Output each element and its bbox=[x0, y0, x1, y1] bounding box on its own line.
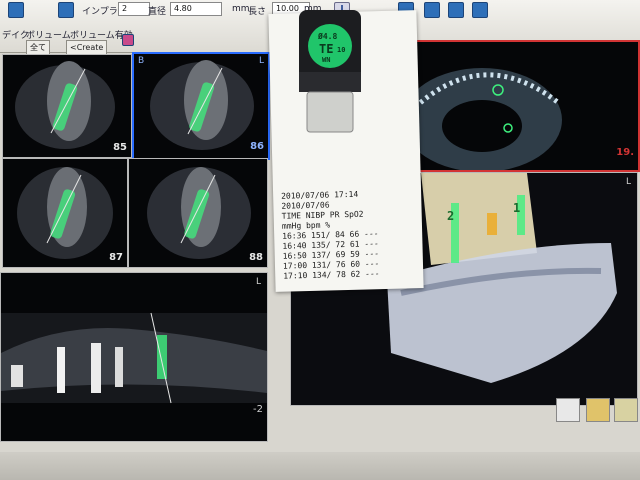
slice-number: 85 bbox=[113, 142, 127, 153]
vial-neck: WN bbox=[322, 56, 331, 64]
length-label: 長さ bbox=[248, 7, 267, 17]
receipt-text: 2010/07/06 17:14 2010/07/06 TIME NIBP PR… bbox=[281, 189, 380, 281]
desk-edge bbox=[0, 452, 640, 480]
ct-slice-image-88 bbox=[147, 167, 251, 259]
tool-icon-d[interactable] bbox=[472, 2, 488, 18]
vial-type: TE bbox=[319, 42, 334, 56]
vial-drawing bbox=[299, 10, 361, 133]
view-panel-88[interactable]: 88 bbox=[128, 158, 268, 268]
diameter-unit: mm bbox=[232, 4, 250, 14]
slice-number: 86 bbox=[250, 141, 264, 152]
implant-tool-icon[interactable] bbox=[8, 2, 24, 18]
ct-slice-image-85 bbox=[15, 61, 115, 149]
panoramic-panel[interactable]: L -2 bbox=[0, 272, 268, 442]
diameter-field[interactable]: 4.80 bbox=[170, 2, 222, 16]
color-swatch-icon[interactable] bbox=[122, 34, 134, 46]
implant-add-icon[interactable] bbox=[58, 2, 74, 18]
receipt-line: 17:10 134/ 78 62 --- bbox=[283, 269, 380, 281]
skull-thumbnail-icon[interactable] bbox=[556, 398, 580, 422]
panel-label-b: B bbox=[138, 56, 145, 66]
panel-label-l: L bbox=[258, 56, 264, 66]
implant-vial: Ø4.8 TE 10 WN bbox=[297, 10, 363, 136]
vial-length: 10 bbox=[337, 46, 346, 54]
implant-thumbnail-icon[interactable] bbox=[586, 398, 610, 422]
slice-offset: -2 bbox=[253, 404, 263, 415]
tool-icon-b[interactable] bbox=[424, 2, 440, 18]
vial-diameter: Ø4.8 bbox=[318, 32, 338, 41]
implant-marker-2[interactable]: 2 bbox=[447, 209, 454, 223]
slice-number: 88 bbox=[249, 252, 263, 263]
implant-number-field[interactable]: 2 bbox=[118, 2, 150, 16]
implant-marker-1[interactable]: 1 bbox=[513, 201, 520, 215]
tool-icon-c[interactable] bbox=[448, 2, 464, 18]
diameter-label: 直径 bbox=[148, 7, 167, 17]
axial-view-panel[interactable]: 19. bbox=[388, 40, 640, 172]
axial-ct-image bbox=[402, 68, 562, 170]
tab-label[interactable]: デイク bbox=[2, 28, 29, 41]
panel-label-l: L bbox=[625, 177, 631, 187]
jaw-thumbnail-icon[interactable] bbox=[614, 398, 638, 422]
ct-slice-image-86 bbox=[150, 60, 254, 150]
slice-number: 87 bbox=[109, 252, 123, 263]
slice-number: 19. bbox=[616, 147, 634, 158]
view-panel-86[interactable]: B L 86 bbox=[132, 52, 270, 160]
ct-slice-image-87 bbox=[17, 167, 113, 259]
view-panel-87[interactable]: 87 bbox=[2, 158, 128, 268]
panoramic-image bbox=[1, 312, 267, 404]
view-panel-85[interactable]: 85 bbox=[2, 54, 132, 158]
panel-label-l: L bbox=[255, 277, 261, 287]
